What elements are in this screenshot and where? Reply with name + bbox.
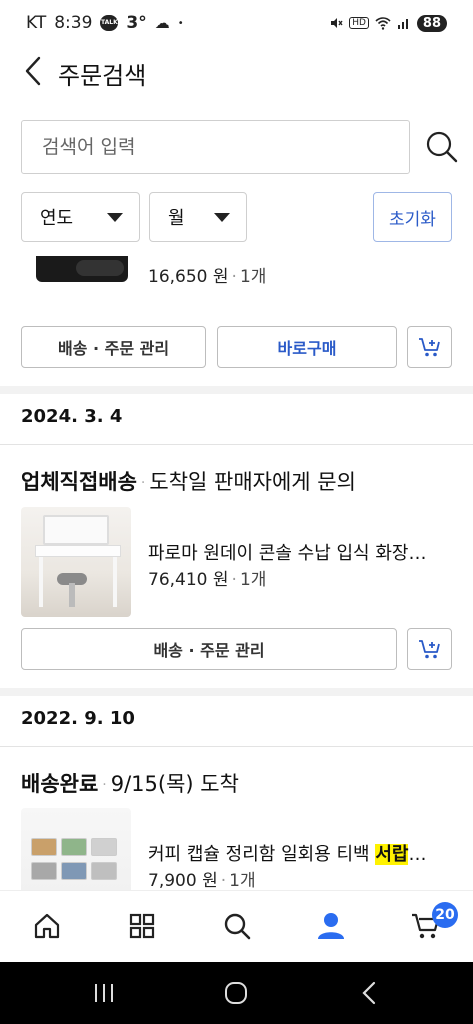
reset-button[interactable]: 초기화: [373, 192, 452, 242]
chevron-left-icon: [25, 56, 41, 86]
home-icon: [34, 913, 60, 939]
delivery-status: 업체직접배송 · 도착일 판매자에게 문의: [21, 466, 356, 496]
add-to-cart-button[interactable]: [407, 326, 452, 368]
month-dropdown[interactable]: 월: [149, 192, 247, 242]
nav-search[interactable]: [220, 909, 254, 943]
nav-categories[interactable]: [125, 909, 159, 943]
price: 7,900 원: [148, 871, 218, 890]
cart-plus-icon: [418, 640, 440, 659]
cart-count-badge: 20: [432, 902, 458, 928]
home-circle-icon: [225, 982, 247, 1004]
search-icon: [426, 131, 458, 163]
bottom-nav: [0, 890, 473, 962]
system-nav-bar: [0, 962, 473, 1024]
home-button[interactable]: [222, 980, 250, 1006]
divider: [0, 746, 473, 747]
year-dropdown-label: 연도: [40, 208, 74, 229]
notification-dot: •: [177, 17, 184, 29]
back-button[interactable]: [18, 54, 48, 88]
price-line: 16,650 원 · 1개: [148, 262, 266, 287]
product-thumbnail[interactable]: [21, 808, 131, 890]
recent-apps-button[interactable]: [90, 980, 118, 1006]
status-right: HD 88: [329, 14, 447, 32]
nav-my-page[interactable]: [314, 909, 348, 943]
delivery-status-detail: 9/15(목) 도착: [110, 772, 239, 796]
caret-down-icon: [214, 213, 230, 222]
separator: ·: [231, 570, 237, 590]
order-date: 2022. 9. 10: [21, 708, 135, 729]
filter-row: 연도 월 초기화: [21, 192, 453, 242]
quantity: 1개: [239, 267, 267, 287]
product-name[interactable]: 파로마 원데이 콘솔 수납 입식 화장…: [148, 539, 426, 565]
carrier-label: KT: [26, 13, 47, 33]
cart-plus-icon: [418, 338, 440, 357]
battery-indicator: 88: [416, 14, 447, 32]
buy-now-button[interactable]: 바로구매: [217, 326, 397, 368]
year-dropdown[interactable]: 연도: [21, 192, 140, 242]
section-divider: [0, 688, 473, 696]
delivery-status: 배송완료 · 9/15(목) 도착: [21, 768, 239, 798]
page-title: 주문검색: [58, 62, 147, 90]
mute-icon: [331, 18, 343, 28]
quantity: 1개: [239, 570, 267, 590]
chevron-left-icon: [362, 981, 376, 1005]
wifi-icon: [375, 17, 391, 30]
delivery-status-detail: 도착일 판매자에게 문의: [149, 470, 356, 494]
clock: 8:39: [54, 13, 93, 33]
divider: [0, 444, 473, 445]
section-divider: [0, 386, 473, 394]
price-line: 7,900 원 · 1개: [148, 866, 256, 890]
caret-down-icon: [107, 213, 123, 222]
cloud-icon: ☁: [154, 14, 170, 32]
grid-icon: [129, 913, 155, 939]
recent-apps-icon: [95, 984, 113, 1002]
delivery-status-label: 배송완료: [21, 772, 99, 796]
price-line: 76,410 원 · 1개: [148, 565, 266, 590]
profile-icon: [318, 913, 344, 939]
month-dropdown-label: 월: [168, 208, 185, 229]
temperature: 3°: [126, 13, 147, 33]
nav-home[interactable]: [30, 909, 64, 943]
manage-order-button[interactable]: 배송 · 주문 관리: [21, 628, 397, 670]
separator: ·: [220, 871, 227, 890]
search-button[interactable]: [424, 129, 460, 165]
system-back-button[interactable]: [355, 980, 383, 1006]
search-row: [21, 120, 461, 174]
hd-voice-icon: HD: [349, 17, 369, 29]
status-bar: KT 8:39 TALK 3° ☁ • HD 88: [0, 0, 473, 46]
search-icon: [224, 913, 251, 940]
signal-icon: [397, 19, 408, 29]
price: 76,410 원: [148, 570, 229, 590]
quantity: 1개: [229, 871, 256, 890]
product-name-prefix: 커피 캡슐 정리함 일회용 티백: [148, 844, 376, 865]
search-input[interactable]: [21, 120, 410, 174]
product-thumbnail[interactable]: [36, 256, 128, 282]
separator: ·: [102, 777, 107, 793]
product-thumbnail[interactable]: [21, 507, 131, 617]
separator: ·: [231, 267, 237, 287]
order-date: 2024. 3. 4: [21, 406, 123, 427]
talk-icon: TALK: [100, 15, 119, 31]
manage-order-button[interactable]: 배송 · 주문 관리: [21, 326, 206, 368]
price: 16,650 원: [148, 267, 229, 287]
add-to-cart-button[interactable]: [407, 628, 452, 670]
product-name[interactable]: 커피 캡슐 정리함 일회용 티백 서랍…: [148, 840, 426, 866]
delivery-status-label: 업체직접배송: [21, 470, 137, 494]
order-list[interactable]: 16,650 원 · 1개 배송 · 주문 관리 바로구매 2024. 3. 4 업…: [0, 252, 473, 890]
product-name-suffix: …: [408, 844, 427, 865]
separator: ·: [140, 475, 146, 491]
status-left: KT 8:39 TALK 3° ☁ •: [26, 13, 184, 33]
header: 주문검색: [0, 46, 473, 98]
search-highlight: 서랍: [375, 844, 409, 865]
